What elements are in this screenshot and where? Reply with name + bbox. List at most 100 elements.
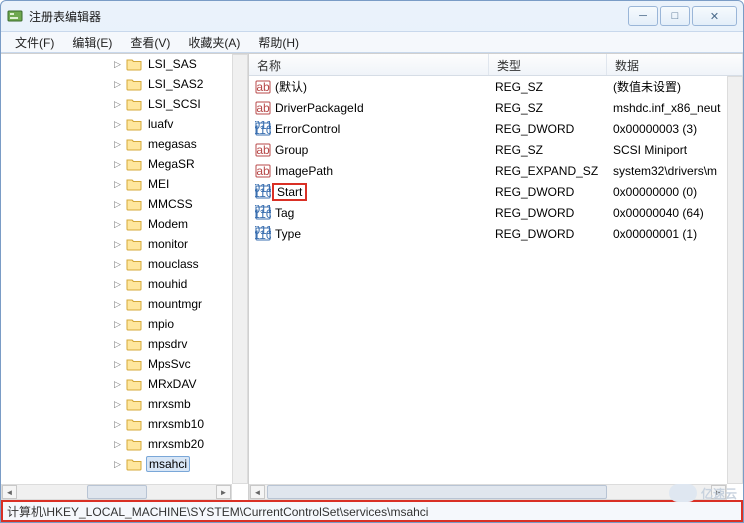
expander-icon[interactable]: ▷	[112, 319, 123, 330]
tree-item-monitor[interactable]: ▷monitor	[1, 234, 232, 254]
expander-icon[interactable]: ▷	[112, 139, 123, 150]
scroll-right-icon[interactable]: ►	[216, 485, 231, 499]
expander-icon[interactable]: ▷	[112, 219, 123, 230]
tree-item-modem[interactable]: ▷Modem	[1, 214, 232, 234]
folder-icon	[126, 217, 142, 231]
column-header-type[interactable]: 类型	[489, 54, 607, 75]
tree-item-label: MegaSR	[146, 157, 197, 171]
close-button[interactable]: ✕	[692, 6, 737, 26]
list-header: 名称 类型 数据	[249, 54, 743, 76]
menu-view[interactable]: 查看(V)	[122, 32, 178, 53]
expander-icon[interactable]: ▷	[112, 279, 123, 290]
tree-pane: ▷LSI_SAS▷LSI_SAS2▷LSI_SCSI▷luafv▷megasas…	[1, 54, 249, 500]
string-value-icon: ab	[255, 142, 271, 158]
svg-text:110: 110	[255, 228, 271, 242]
value-row[interactable]: ab(默认)REG_SZ(数值未设置)	[249, 76, 727, 97]
svg-text:ab: ab	[256, 164, 270, 178]
minimize-button[interactable]: ─	[628, 6, 658, 26]
tree-item-luafv[interactable]: ▷luafv	[1, 114, 232, 134]
folder-icon	[126, 437, 142, 451]
tree-item-msahci[interactable]: ▷msahci	[1, 454, 232, 474]
expander-icon[interactable]: ▷	[112, 299, 123, 310]
folder-icon	[126, 357, 142, 371]
value-data: (数值未设置)	[607, 78, 727, 95]
value-row[interactable]: 011110TagREG_DWORD0x00000040 (64)	[249, 202, 727, 223]
expander-icon[interactable]: ▷	[112, 179, 123, 190]
expander-icon[interactable]: ▷	[112, 439, 123, 450]
value-row[interactable]: abGroupREG_SZSCSI Miniport	[249, 139, 727, 160]
expander-icon[interactable]: ▷	[112, 79, 123, 90]
cloud-icon	[669, 484, 697, 502]
tree-item-mouhid[interactable]: ▷mouhid	[1, 274, 232, 294]
list-vertical-scrollbar[interactable]	[727, 76, 743, 484]
tree-item-mpio[interactable]: ▷ mpio	[1, 314, 232, 334]
scroll-thumb[interactable]	[267, 485, 607, 499]
value-data: system32\drivers\m	[607, 164, 727, 178]
value-data: 0x00000001 (1)	[607, 227, 727, 241]
value-row[interactable]: 011110ErrorControlREG_DWORD0x00000003 (3…	[249, 118, 727, 139]
tree-item-megasr[interactable]: ▷ MegaSR	[1, 154, 232, 174]
tree-item-label: mpio	[146, 317, 176, 331]
tree-item-mrxsmb20[interactable]: ▷ mrxsmb20	[1, 434, 232, 454]
folder-icon	[126, 317, 142, 331]
folder-icon	[126, 257, 142, 271]
tree-item-lsi_sas[interactable]: ▷LSI_SAS	[1, 54, 232, 74]
menu-help[interactable]: 帮助(H)	[250, 32, 307, 53]
tree-view[interactable]: ▷LSI_SAS▷LSI_SAS2▷LSI_SCSI▷luafv▷megasas…	[1, 54, 232, 484]
scroll-left-icon[interactable]: ◄	[2, 485, 17, 499]
tree-item-mmcss[interactable]: ▷MMCSS	[1, 194, 232, 214]
menu-file[interactable]: 文件(F)	[7, 32, 62, 53]
expander-icon[interactable]: ▷	[112, 239, 123, 250]
svg-text:110: 110	[255, 207, 271, 221]
svg-text:ab: ab	[256, 101, 270, 115]
tree-item-mrxsmb[interactable]: ▷mrxsmb	[1, 394, 232, 414]
value-row[interactable]: abDriverPackageIdREG_SZmshdc.inf_x86_neu…	[249, 97, 727, 118]
value-row[interactable]: 011110StartREG_DWORD0x00000000 (0)	[249, 181, 727, 202]
expander-icon[interactable]: ▷	[112, 379, 123, 390]
tree-item-mouclass[interactable]: ▷mouclass	[1, 254, 232, 274]
scroll-thumb[interactable]	[87, 485, 147, 499]
expander-icon[interactable]: ▷	[112, 419, 123, 430]
scroll-left-icon[interactable]: ◄	[250, 485, 265, 499]
value-row[interactable]: abImagePathREG_EXPAND_SZsystem32\drivers…	[249, 160, 727, 181]
tree-item-mrxdav[interactable]: ▷MRxDAV	[1, 374, 232, 394]
tree-item-lsi_sas2[interactable]: ▷LSI_SAS2	[1, 74, 232, 94]
column-header-name[interactable]: 名称	[249, 54, 489, 75]
folder-icon	[126, 117, 142, 131]
menu-edit[interactable]: 编辑(E)	[64, 32, 120, 53]
tree-item-label: mrxsmb20	[146, 437, 206, 451]
menu-favorites[interactable]: 收藏夹(A)	[180, 32, 248, 53]
expander-icon[interactable]: ▷	[112, 119, 123, 130]
tree-item-mei[interactable]: ▷MEI	[1, 174, 232, 194]
expander-icon[interactable]: ▷	[112, 339, 123, 350]
column-header-data[interactable]: 数据	[607, 54, 743, 75]
list-view[interactable]: ab(默认)REG_SZ(数值未设置)abDriverPackageIdREG_…	[249, 76, 727, 484]
value-name: Tag	[275, 206, 294, 220]
value-row[interactable]: 011110TypeREG_DWORD0x00000001 (1)	[249, 223, 727, 244]
tree-item-megasas[interactable]: ▷megasas	[1, 134, 232, 154]
maximize-button[interactable]: □	[660, 6, 690, 26]
expander-icon[interactable]: ▷	[112, 59, 123, 70]
expander-icon[interactable]: ▷	[112, 199, 123, 210]
content-area: ▷LSI_SAS▷LSI_SAS2▷LSI_SCSI▷luafv▷megasas…	[1, 53, 743, 500]
value-type: REG_DWORD	[489, 227, 607, 241]
expander-icon[interactable]: ▷	[112, 99, 123, 110]
binary-value-icon: 011110	[255, 184, 271, 200]
list-horizontal-scrollbar[interactable]: ◄ ►	[249, 484, 727, 500]
tree-horizontal-scrollbar[interactable]: ◄ ►	[1, 484, 232, 500]
expander-icon[interactable]: ▷	[112, 399, 123, 410]
tree-item-lsi_scsi[interactable]: ▷ LSI_SCSI	[1, 94, 232, 114]
tree-item-mpsdrv[interactable]: ▷mpsdrv	[1, 334, 232, 354]
expander-icon[interactable]: ▷	[112, 459, 123, 470]
titlebar[interactable]: 注册表编辑器 ─ □ ✕	[1, 1, 743, 31]
value-name: Group	[275, 143, 308, 157]
tree-item-label: LSI_SCSI	[146, 97, 203, 111]
expander-icon[interactable]: ▷	[112, 159, 123, 170]
tree-vertical-scrollbar[interactable]	[232, 54, 248, 484]
value-name: Type	[275, 227, 301, 241]
expander-icon[interactable]: ▷	[112, 359, 123, 370]
tree-item-mpssvc[interactable]: ▷MpsSvc	[1, 354, 232, 374]
tree-item-mountmgr[interactable]: ▷mountmgr	[1, 294, 232, 314]
tree-item-mrxsmb10[interactable]: ▷mrxsmb10	[1, 414, 232, 434]
expander-icon[interactable]: ▷	[112, 259, 123, 270]
